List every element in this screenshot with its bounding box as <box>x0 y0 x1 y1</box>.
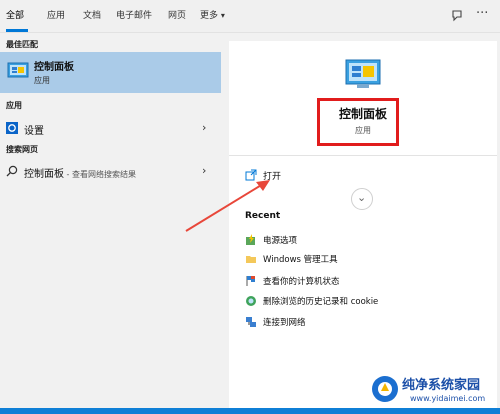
recent-item[interactable]: 删除浏览的历史记录和 cookie <box>243 293 483 311</box>
recent-item-label: 删除浏览的历史记录和 cookie <box>263 297 379 307</box>
power-options-icon <box>246 234 255 245</box>
folder-icon <box>246 256 256 263</box>
taskbar-edge <box>0 408 500 414</box>
recent-heading: Recent <box>245 211 281 221</box>
tab-all[interactable]: 全部 <box>6 0 24 32</box>
app-result-label: 设置 <box>24 126 44 137</box>
recent-item[interactable]: 电源选项 <box>243 232 483 250</box>
tab-more-label: 更多 <box>200 11 219 21</box>
recent-item[interactable]: 查看你的计算机状态 <box>243 273 483 291</box>
feedback-icon[interactable] <box>449 8 465 24</box>
search-icon <box>6 165 18 177</box>
best-match-subtitle: 应用 <box>34 76 50 85</box>
chevron-right-icon[interactable]: › <box>202 164 206 177</box>
control-panel-large-icon <box>345 59 381 88</box>
chevron-right-icon[interactable]: › <box>202 121 206 134</box>
settings-gear-icon <box>6 122 18 134</box>
watermark-text: 纯净系统家园 <box>402 378 481 393</box>
best-match-item[interactable]: 控制面板 应用 <box>0 52 221 93</box>
chevron-down-icon: ▾ <box>220 11 225 20</box>
expand-button[interactable]: ⌄ <box>351 188 373 210</box>
tab-more[interactable]: 更多 ▾ <box>200 0 225 32</box>
recent-item[interactable]: Windows 管理工具 <box>243 251 483 269</box>
recent-item-label: 查看你的计算机状态 <box>263 277 340 287</box>
open-action[interactable]: 打开 <box>243 167 483 185</box>
search-filter-bar: 全部 应用 文档 电子邮件 网页 更多 ▾ ··· <box>0 0 500 33</box>
flag-icon <box>246 276 255 286</box>
tab-documents[interactable]: 文档 <box>83 0 101 32</box>
web-result-label: 控制面板 <box>24 169 64 180</box>
best-match-heading: 最佳匹配 <box>6 40 38 49</box>
control-panel-icon <box>7 62 29 78</box>
recent-item[interactable]: 连接到网络 <box>243 314 483 332</box>
watermark: 纯净系统家园 www.yidaimei.com <box>370 372 496 408</box>
tab-email[interactable]: 电子邮件 <box>116 0 152 32</box>
open-icon <box>245 169 257 181</box>
detail-pane: 控制面板 应用 打开 ⌄ Recent 电源选项 Windows 管理工具 查看… <box>229 41 497 414</box>
web-search-heading: 搜索网页 <box>6 145 38 154</box>
app-result-settings[interactable]: 设置 › <box>0 118 221 138</box>
divider <box>229 155 497 156</box>
internet-options-icon <box>246 296 256 306</box>
watermark-url: www.yidaimei.com <box>410 394 486 403</box>
active-tab-indicator <box>6 29 28 32</box>
recent-item-label: 电源选项 <box>263 236 298 246</box>
annotation-highlight-box <box>317 98 399 146</box>
network-icon <box>246 317 256 327</box>
more-options-icon[interactable]: ··· <box>476 6 488 21</box>
recent-item-label: Windows 管理工具 <box>263 255 338 265</box>
recent-item-label: 连接到网络 <box>263 318 306 328</box>
web-result-hint: - 查看网络搜索结果 <box>64 170 136 179</box>
tab-web[interactable]: 网页 <box>168 0 186 32</box>
web-result-control-panel[interactable]: 控制面板 - 查看网络搜索结果 › <box>0 161 221 181</box>
chevron-down-icon: ⌄ <box>357 191 367 204</box>
tab-apps[interactable]: 应用 <box>47 0 65 32</box>
watermark-logo-icon <box>372 376 398 402</box>
apps-heading: 应用 <box>6 101 22 110</box>
open-label: 打开 <box>263 172 282 182</box>
best-match-title: 控制面板 <box>34 62 74 73</box>
